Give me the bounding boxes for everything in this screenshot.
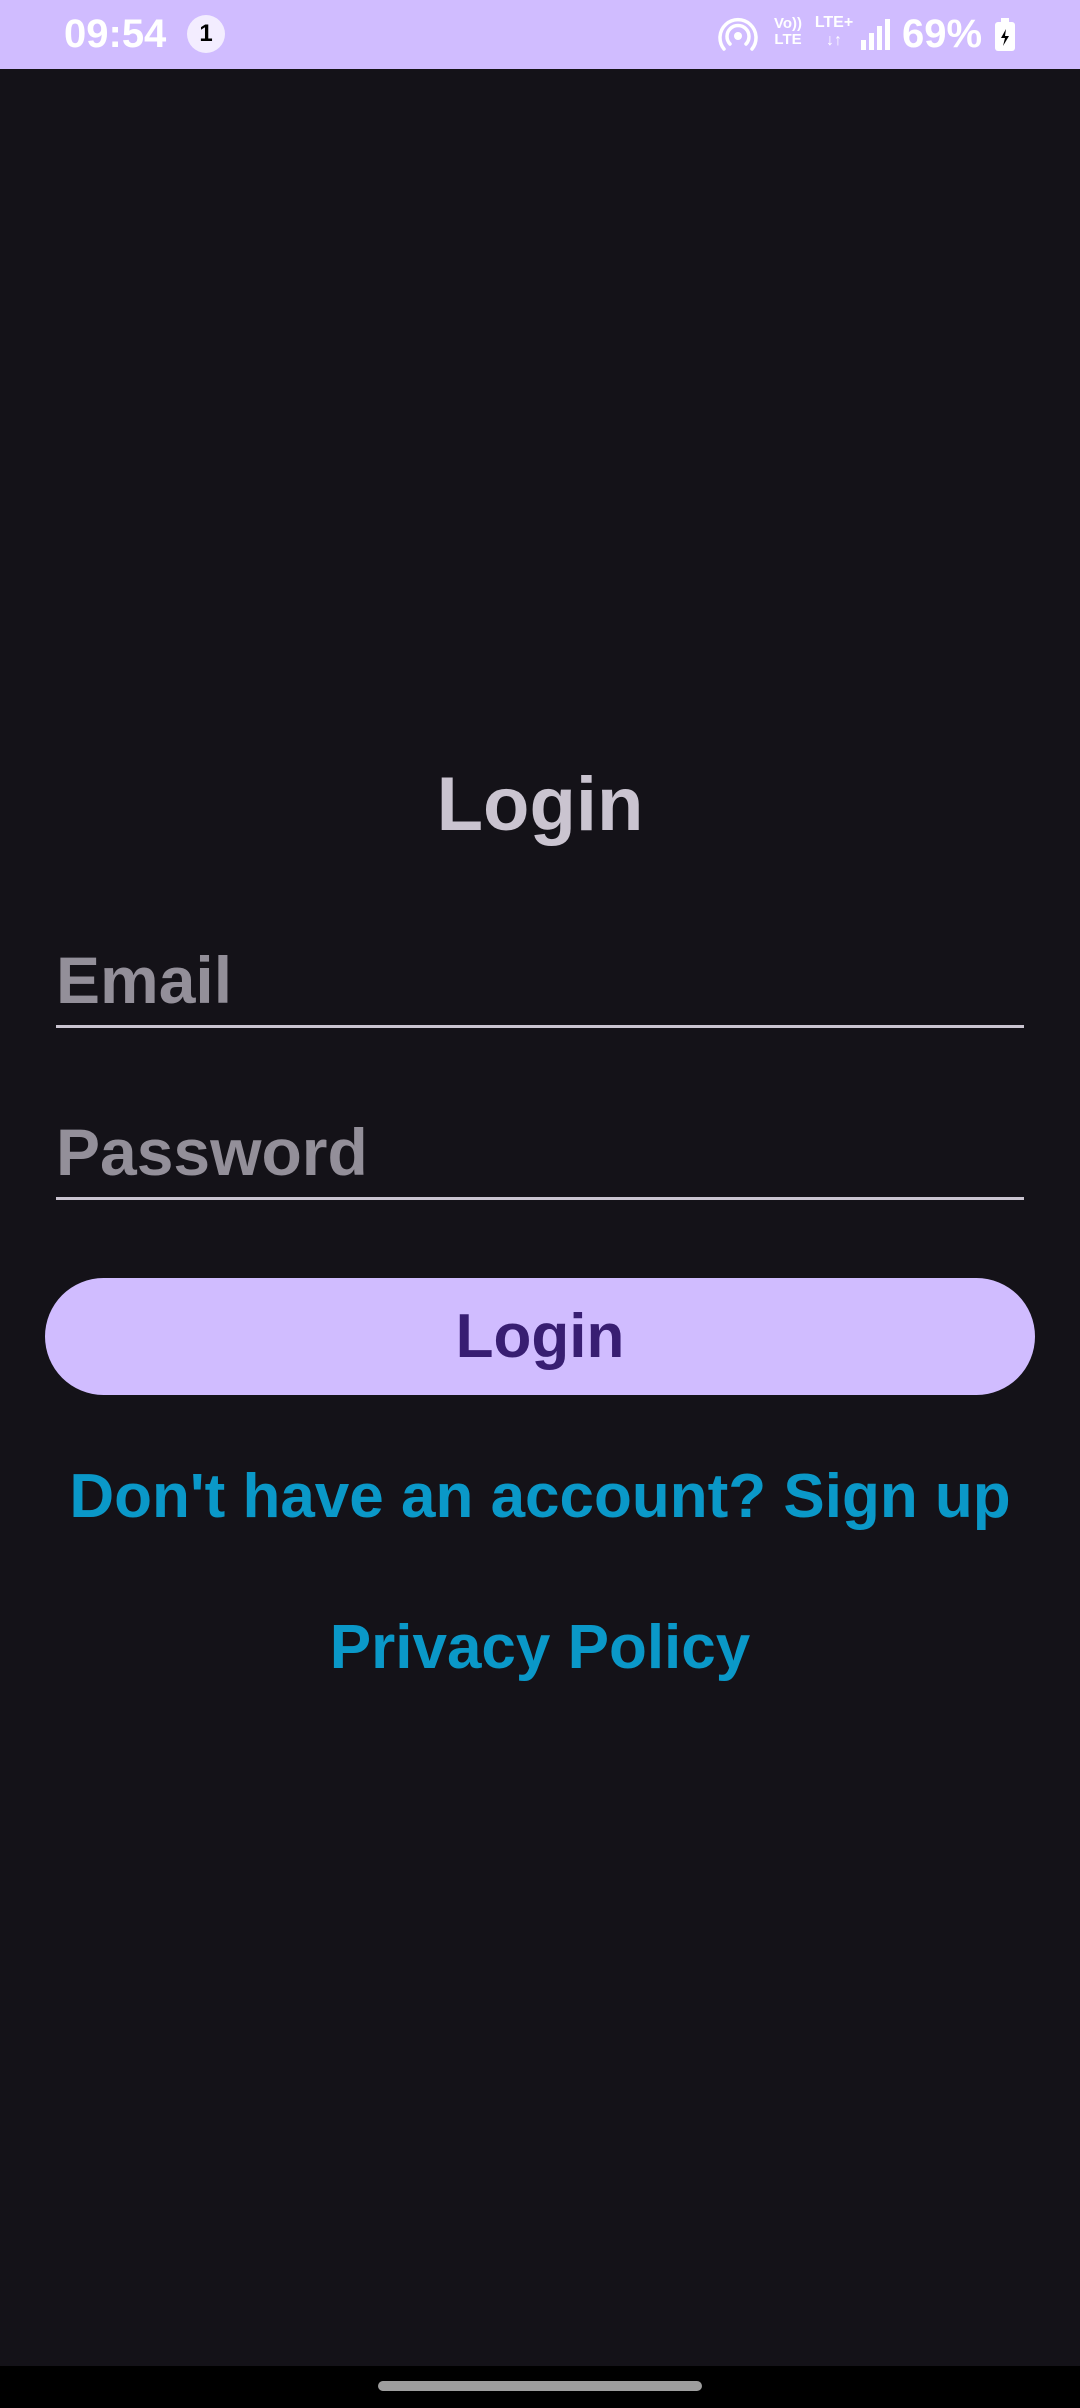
- lte-icon: LTE+ ↓↑: [814, 14, 854, 49]
- login-button[interactable]: Login: [45, 1278, 1035, 1395]
- battery-percentage: 69%: [902, 12, 983, 56]
- hotspot-icon: [718, 18, 758, 51]
- password-input[interactable]: [56, 1107, 1024, 1197]
- volte-icon: Vo)) LTE: [773, 15, 803, 48]
- home-gesture-handle[interactable]: [378, 2381, 702, 2391]
- login-screen: 09:54 1 Vo)) LTE LTE+ ↓↑ 69% Login Email…: [0, 0, 1080, 2408]
- navigation-bar: [0, 2366, 1080, 2408]
- status-time: 09:54: [64, 12, 167, 56]
- notification-count-badge: 1: [187, 15, 225, 53]
- signup-link[interactable]: Don't have an account? Sign up: [0, 1457, 1080, 1537]
- password-field[interactable]: [56, 1107, 1024, 1200]
- email-input[interactable]: [56, 935, 1024, 1025]
- email-field[interactable]: [56, 935, 1024, 1028]
- page-title: Login: [436, 762, 644, 847]
- privacy-policy-link[interactable]: Privacy Policy: [0, 1608, 1080, 1688]
- signal-icon: [861, 19, 890, 50]
- battery-icon: [995, 18, 1015, 51]
- status-bar: 09:54 1 Vo)) LTE LTE+ ↓↑ 69%: [0, 0, 1080, 69]
